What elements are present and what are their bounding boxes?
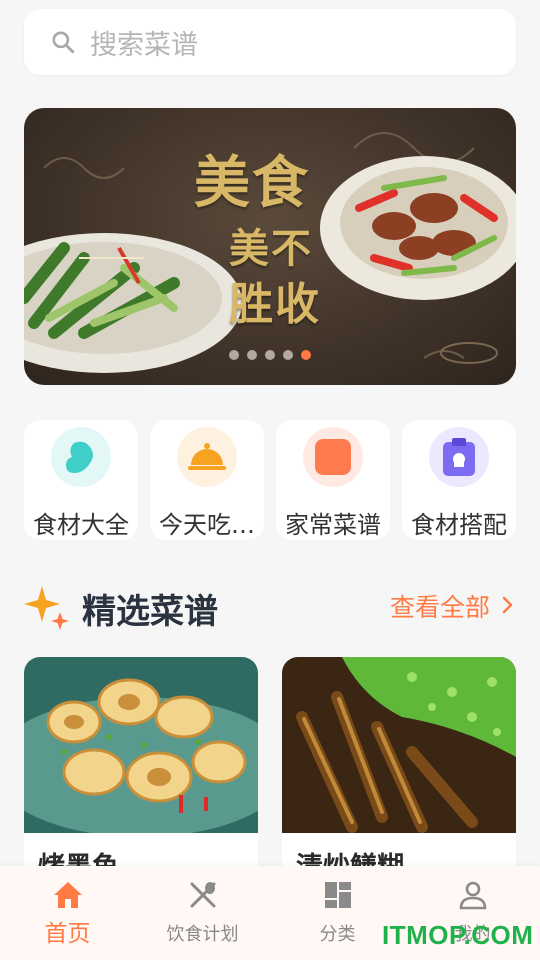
nav-label: 饮食计划 bbox=[166, 924, 239, 945]
category-label: 食材搭配 bbox=[411, 511, 507, 539]
carousel-dot-active[interactable] bbox=[301, 350, 311, 360]
recipe-image bbox=[24, 657, 258, 833]
clipboard-icon bbox=[429, 427, 489, 487]
search-icon bbox=[52, 31, 75, 54]
utensils-icon bbox=[190, 882, 215, 908]
category-label: 今天吃… bbox=[159, 511, 255, 539]
food-cloche-icon bbox=[177, 427, 237, 487]
carousel-dots[interactable] bbox=[24, 350, 516, 360]
search-bar[interactable]: 搜索菜谱 bbox=[24, 9, 516, 75]
view-all-link[interactable]: 查看全部 bbox=[390, 588, 490, 624]
watermark: ITMOP.COM bbox=[382, 920, 534, 950]
category-grid-icon bbox=[324, 882, 351, 908]
nav-label: 首页 bbox=[44, 921, 91, 947]
carousel-dot[interactable] bbox=[283, 350, 293, 360]
home-icon bbox=[53, 882, 82, 908]
category-home-recipes[interactable]: 家常菜谱 bbox=[276, 420, 390, 540]
banner-title-line1: 美食 bbox=[194, 150, 310, 216]
banner-title-line3: 胜收 bbox=[229, 279, 321, 330]
section-title: 精选菜谱 bbox=[82, 592, 218, 632]
nav-home[interactable]: 首页 bbox=[0, 866, 135, 960]
category-food-pairing[interactable]: 食材搭配 bbox=[402, 420, 516, 540]
banner-carousel[interactable]: 美食 美不 胜收 bbox=[24, 108, 516, 385]
banner-title-line2: 美不 bbox=[229, 225, 313, 272]
recipe-card[interactable]: 清炒鳝糊 bbox=[282, 657, 516, 887]
nav-diet-plan[interactable]: 饮食计划 bbox=[135, 866, 270, 960]
carousel-dot[interactable] bbox=[247, 350, 257, 360]
category-label: 食材大全 bbox=[33, 511, 129, 539]
recipe-image bbox=[282, 657, 516, 833]
user-icon bbox=[459, 881, 486, 910]
recipe-square-icon bbox=[303, 427, 363, 487]
carousel-dot[interactable] bbox=[265, 350, 275, 360]
category-what-to-eat[interactable]: 今天吃… bbox=[150, 420, 264, 540]
chevron-right-icon[interactable] bbox=[502, 596, 514, 614]
ingredient-icon bbox=[51, 427, 111, 487]
featured-section-header: 精选菜谱 查看全部 bbox=[24, 580, 516, 636]
recipe-card[interactable]: 烤墨鱼 bbox=[24, 657, 258, 887]
nav-label: 分类 bbox=[319, 924, 356, 945]
search-placeholder: 搜索菜谱 bbox=[90, 29, 198, 61]
category-label: 家常菜谱 bbox=[285, 511, 381, 539]
sparkle-icon bbox=[24, 586, 69, 630]
category-ingredients[interactable]: 食材大全 bbox=[24, 420, 138, 540]
carousel-dot[interactable] bbox=[229, 350, 239, 360]
quick-categories: 食材大全 今天吃… 家常菜谱 食材搭配 bbox=[24, 420, 516, 540]
